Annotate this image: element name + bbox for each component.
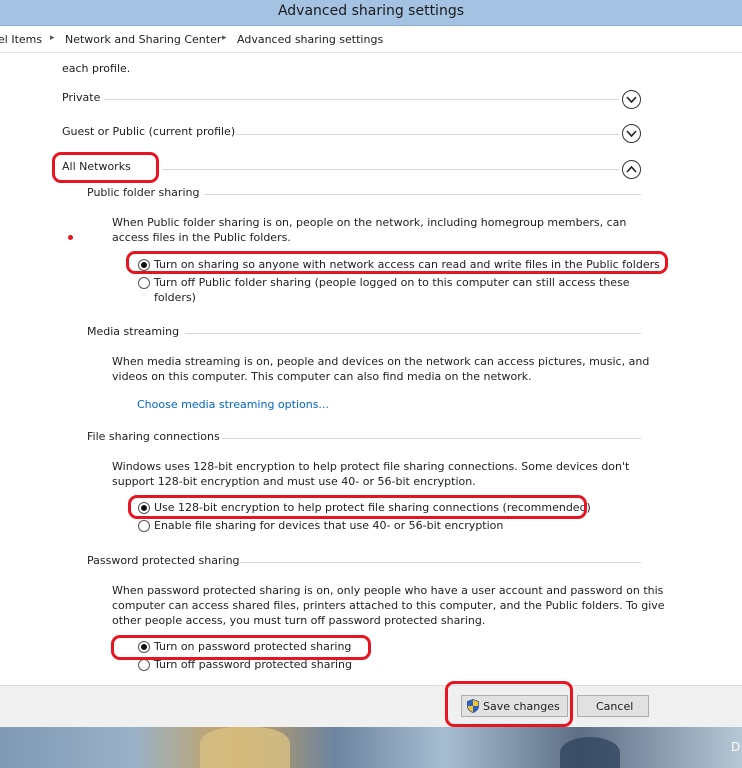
breadcrumb-item-advanced-sharing[interactable]: Advanced sharing settings [237, 33, 383, 46]
breadcrumb: el Items ▸ Network and Sharing Center ▸ … [0, 26, 742, 53]
divider [222, 438, 641, 439]
wallpaper-shape [560, 737, 620, 768]
save-changes-button[interactable]: Save changes [461, 695, 568, 717]
desktop-edge-text: D [731, 740, 741, 754]
save-changes-label: Save changes [483, 700, 560, 713]
divider [240, 562, 641, 563]
title-bar: Advanced sharing settings [0, 0, 742, 26]
radio-public-off-label[interactable]: Turn off Public folder sharing (people l… [154, 275, 630, 305]
breadcrumb-item-network-center[interactable]: Network and Sharing Center [65, 33, 221, 46]
cancel-button[interactable]: Cancel [577, 695, 649, 717]
radio-password-off[interactable] [138, 659, 150, 671]
divider [185, 333, 641, 334]
radio-public-on-label[interactable]: Turn on sharing so anyone with network a… [154, 258, 660, 271]
radio-40-56bit-label[interactable]: Enable file sharing for devices that use… [154, 519, 503, 532]
radio-128bit-label[interactable]: Use 128-bit encryption to help protect f… [154, 501, 591, 514]
intro-text: each profile. [62, 62, 131, 75]
media-streaming-options-link[interactable]: Choose media streaming options... [137, 398, 329, 411]
footer-bar: Save changes Cancel [0, 681, 742, 727]
public-folder-description: When Public folder sharing is on, people… [112, 216, 627, 244]
divider [204, 194, 641, 195]
profile-private-label[interactable]: Private [62, 91, 100, 104]
chevron-down-icon[interactable] [622, 124, 641, 143]
radio-128bit[interactable] [138, 502, 150, 514]
radio-40-56bit[interactable] [138, 520, 150, 532]
radio-password-on[interactable] [138, 641, 150, 653]
password-sharing-heading: Password protected sharing [87, 554, 240, 567]
password-sharing-description: When password protected sharing is on, o… [112, 584, 665, 627]
radio-public-on[interactable] [138, 259, 150, 271]
public-folder-heading: Public folder sharing [87, 186, 200, 199]
file-sharing-description: Windows uses 128-bit encryption to help … [112, 460, 630, 488]
radio-public-off[interactable] [138, 277, 150, 289]
breadcrumb-chevron-icon[interactable]: ▸ [50, 33, 55, 43]
settings-content[interactable]: each profile. Private Guest or Public (c… [0, 53, 742, 685]
divider [236, 134, 619, 135]
profile-all-networks-label[interactable]: All Networks [62, 160, 131, 173]
window-title: Advanced sharing settings [277, 3, 465, 19]
profile-guest-label[interactable]: Guest or Public (current profile) [62, 125, 235, 138]
chevron-up-icon[interactable] [622, 160, 641, 179]
breadcrumb-chevron-icon[interactable]: ▸ [222, 33, 227, 43]
cancel-label: Cancel [596, 700, 634, 713]
media-streaming-heading: Media streaming [87, 325, 180, 338]
divider [104, 99, 619, 100]
radio-password-on-label[interactable]: Turn on password protected sharing [154, 640, 351, 653]
desktop-background: D [0, 727, 742, 768]
radio-password-off-label[interactable]: Turn off password protected sharing [154, 658, 352, 671]
chevron-down-icon[interactable] [622, 90, 641, 109]
file-sharing-heading: File sharing connections [87, 430, 220, 443]
uac-shield-icon [467, 699, 479, 713]
wallpaper-shape [200, 727, 290, 768]
divider [162, 169, 619, 170]
annotation-dot [68, 235, 73, 240]
media-streaming-description: When media streaming is on, people and d… [112, 355, 650, 383]
breadcrumb-item-control-panel[interactable]: el Items [0, 33, 42, 46]
